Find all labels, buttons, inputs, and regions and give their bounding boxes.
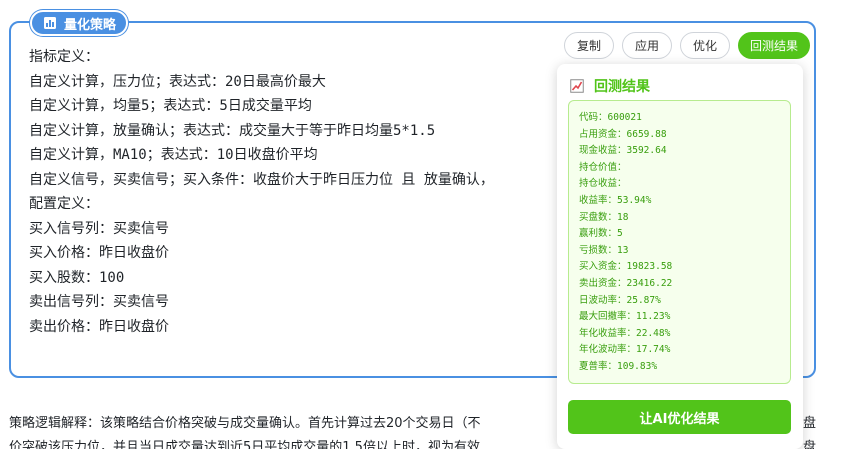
backtest-result-panel: 回测结果 代码：600021 占用资金：6659.88 现金收益：3592.64 持仓…	[557, 64, 803, 449]
code-line: 买入信号列：买卖信号	[29, 220, 169, 237]
metric-row: 现金收益：3592.64	[579, 145, 667, 157]
metric-row: 夏普率：109.83%	[579, 360, 658, 372]
explanation-tail-2: 盘	[803, 440, 817, 449]
code-line: 买入股数：100	[29, 269, 125, 286]
metric-row: 亏损数：13	[579, 244, 629, 256]
card-title-tag: 量化策略	[30, 10, 129, 36]
code-line: 配置定义：	[29, 196, 99, 212]
page-root: 指标定义： 自定义计算，压力位；表达式：20日最高价最大 自定义计算，均量5；表…	[0, 0, 868, 449]
metric-row: 卖出资金：23416.22	[579, 277, 673, 289]
strategy-toolbar: 复制 应用 优化 回测结果	[564, 32, 811, 59]
strategy-explanation-tail: 盘 盘	[803, 412, 816, 449]
code-line: 自定义计算，MA10；表达式：10日收盘价平均	[29, 147, 318, 163]
metric-row: 代码：600021	[579, 112, 642, 123]
code-line: 卖出信号列：买卖信号	[29, 294, 169, 310]
line-chart-icon	[570, 79, 584, 93]
strategy-code: 指标定义： 自定义计算，压力位；表达式：20日最高价最大 自定义计算，均量5；表…	[29, 45, 494, 339]
metric-row: 收益率：53.94%	[579, 194, 652, 206]
metric-row: 年化收益率：22.48%	[579, 327, 671, 339]
code-line: 买入价格：昨日收盘价	[29, 245, 169, 261]
code-line: 卖出价格：昨日收盘价	[29, 318, 169, 335]
code-line: 自定义信号，买卖信号；买入条件：收盘价大于昨日压力位 且 放量确认，	[29, 171, 494, 188]
explanation-tail-1: 盘	[803, 416, 817, 431]
metric-row: 年化波动率：17.74%	[579, 344, 671, 356]
result-metrics: 代码：600021 占用资金：6659.88 现金收益：3592.64 持仓价值： 持仓…	[568, 100, 791, 384]
copy-button[interactable]: 复制	[564, 32, 615, 59]
explanation-line-2: 价突破该压力位，并且当日成交量达到近5日平均成交量的1.5倍以上时，视为有效	[9, 440, 480, 449]
optimize-button[interactable]: 优化	[680, 32, 731, 59]
code-line: 指标定义：	[29, 49, 99, 65]
code-line: 自定义计算，均量5；表达式：5日成交量平均	[29, 98, 312, 114]
apply-button[interactable]: 应用	[622, 32, 673, 59]
metric-row: 占用资金：6659.88	[579, 128, 667, 140]
bar-chart-icon	[44, 17, 56, 29]
metric-row: 赢利数：5	[579, 228, 623, 240]
metric-row: 买盘数：18	[579, 211, 629, 223]
metric-row: 持仓价值：	[579, 161, 627, 173]
explanation-line-1: 策略逻辑解释：该策略结合价格突破与成交量确认。首先计算过去20个交易日（不	[9, 416, 481, 431]
card-title: 量化策略	[64, 17, 117, 33]
result-title: 回测结果	[594, 79, 650, 95]
code-line: 自定义计算，放量确认；表达式：成交量大于等于昨日均量5*1.5	[29, 122, 436, 139]
ai-optimize-button[interactable]: 让AI优化结果	[568, 400, 791, 434]
metric-row: 最大回撤率：11.23%	[579, 311, 671, 323]
metric-row: 日波动率：25.87%	[579, 294, 661, 306]
backtest-result-button[interactable]: 回测结果	[738, 32, 811, 59]
result-header: 回测结果	[570, 76, 650, 96]
metric-row: 持仓收益：	[579, 178, 627, 190]
metric-row: 买入资金：19823.58	[579, 261, 673, 273]
code-line: 自定义计算，压力位；表达式：20日最高价最大	[29, 73, 326, 90]
